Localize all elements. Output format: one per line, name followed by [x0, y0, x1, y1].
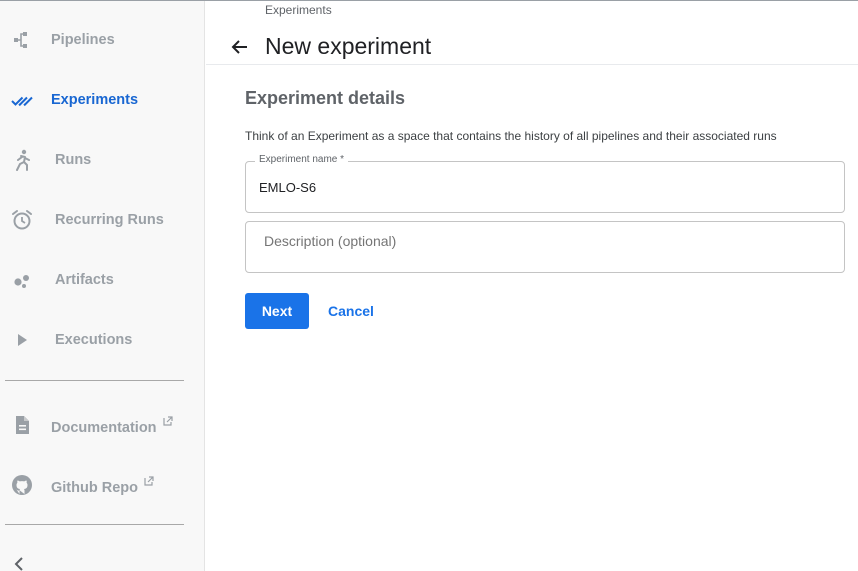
sidebar-item-artifacts[interactable]: Artifacts — [0, 250, 204, 310]
sidebar-item-label: Experiments — [51, 92, 139, 108]
sidebar-link-github[interactable]: Github Repo — [0, 455, 204, 515]
sidebar-divider — [5, 524, 184, 525]
artifacts-icon — [10, 268, 34, 292]
sidebar-item-experiments[interactable]: Experiments — [0, 70, 204, 130]
arrow-left-icon[interactable] — [229, 36, 251, 58]
play-icon — [10, 328, 34, 352]
sidebar-item-runs[interactable]: Runs — [0, 130, 204, 190]
external-link-icon — [162, 414, 173, 430]
experiment-name-field[interactable]: Experiment name * EMLO-S6 — [245, 154, 845, 213]
sidebar-item-pipelines[interactable]: Pipelines — [0, 10, 204, 70]
sidebar-link-documentation[interactable]: Documentation — [0, 395, 204, 455]
documentation-label: Documentation — [51, 420, 157, 436]
page-title: New experiment — [265, 33, 432, 59]
section-description: Think of an Experiment as a space that c… — [245, 129, 777, 143]
sidebar: Pipelines Experiments Runs Recurring Run… — [0, 1, 205, 571]
external-link-icon — [144, 474, 154, 490]
sidebar-item-label: Runs — [55, 152, 92, 168]
alarm-clock-icon — [10, 208, 34, 232]
sidebar-link-label: Github Repo — [51, 474, 154, 496]
sidebar-item-label: Artifacts — [55, 272, 114, 288]
sidebar-item-recurring-runs[interactable]: Recurring Runs — [0, 190, 204, 250]
github-icon — [10, 473, 34, 497]
experiment-name-label: Experiment name * — [255, 154, 349, 165]
sidebar-item-label: Executions — [55, 332, 133, 348]
pipelines-icon — [10, 28, 34, 52]
experiments-icon — [10, 88, 34, 112]
runs-icon — [10, 148, 34, 172]
description-field[interactable]: Description (optional) — [245, 221, 845, 273]
experiment-name-value[interactable]: EMLO-S6 — [259, 180, 316, 195]
cancel-button[interactable]: Cancel — [318, 293, 384, 329]
section-title: Experiment details — [245, 88, 406, 108]
chevron-left-icon[interactable] — [10, 554, 30, 571]
sidebar-item-label: Recurring Runs — [55, 212, 164, 228]
sidebar-item-executions[interactable]: Executions — [0, 310, 204, 370]
description-placeholder[interactable]: Description (optional) — [264, 233, 396, 249]
github-label: Github Repo — [51, 480, 138, 496]
next-button[interactable]: Next — [245, 293, 309, 329]
sidebar-divider — [5, 380, 184, 381]
document-icon — [10, 413, 34, 437]
sidebar-item-label: Pipelines — [51, 32, 115, 48]
sidebar-link-label: Documentation — [51, 414, 173, 436]
header-divider — [206, 64, 858, 65]
breadcrumb[interactable]: Experiments — [265, 3, 332, 17]
